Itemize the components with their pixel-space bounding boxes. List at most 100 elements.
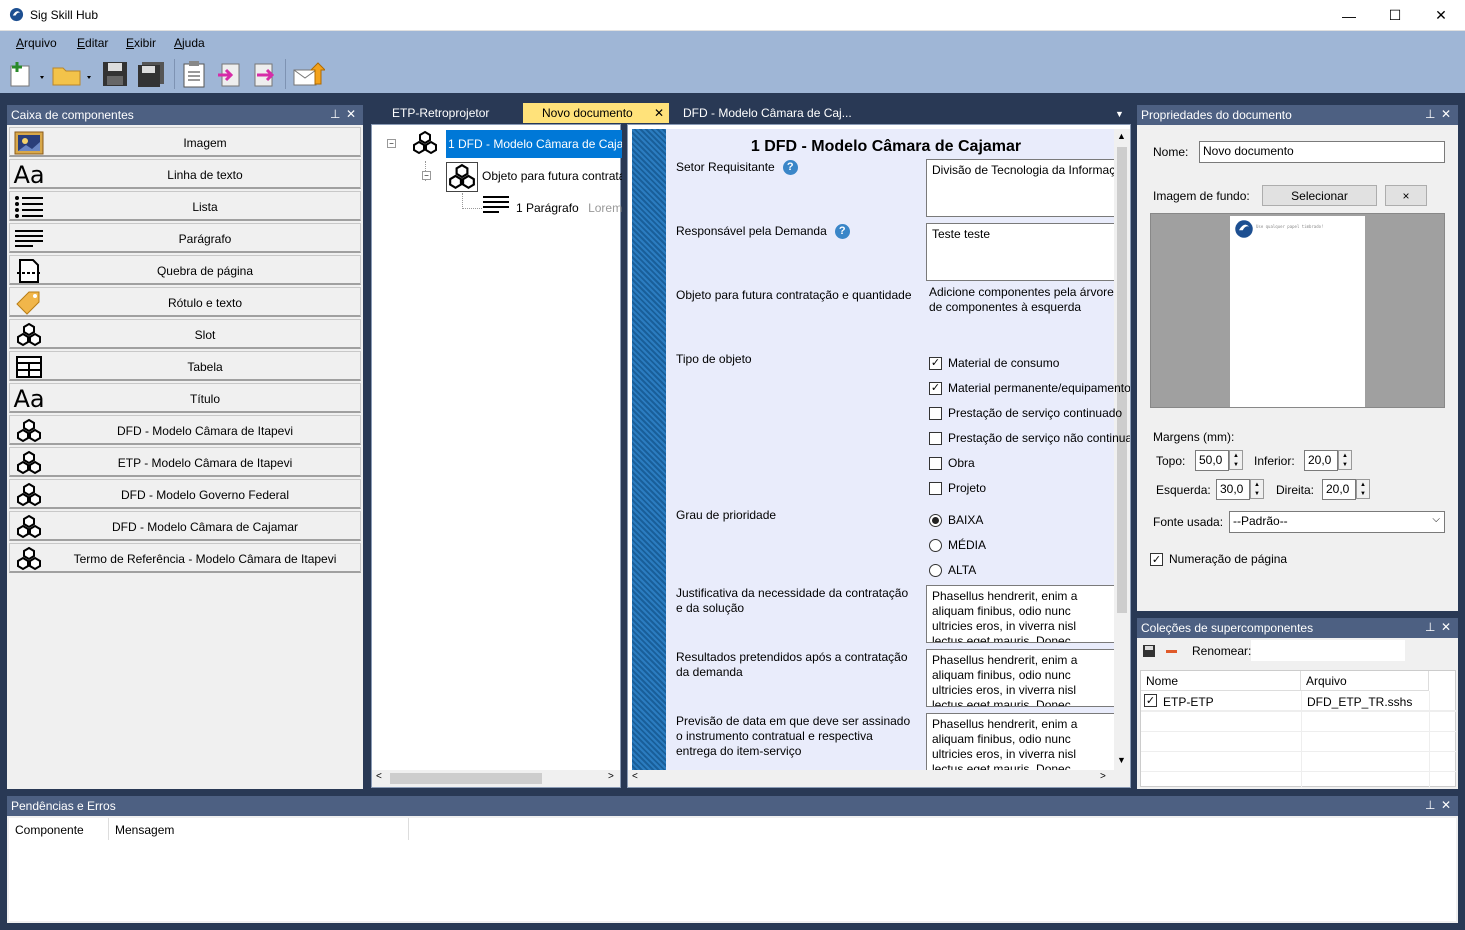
component-item[interactable]: Termo de Referência - Modelo Câmara de I… bbox=[9, 543, 361, 573]
save-as-button[interactable] bbox=[135, 58, 169, 90]
pin-icon[interactable]: ⊥ bbox=[1425, 107, 1435, 121]
inferior-input[interactable]: 20,0 bbox=[1304, 450, 1338, 471]
spin-down-icon[interactable]: ▼ bbox=[1360, 491, 1366, 497]
esquerda-spinner[interactable]: ▲ ▼ bbox=[1250, 479, 1264, 499]
scroll-up-icon[interactable]: ▲ bbox=[1117, 131, 1126, 141]
new-document-button[interactable] bbox=[6, 58, 48, 90]
help-icon[interactable]: ? bbox=[834, 224, 850, 240]
tipo-checkbox[interactable]: Prestação de serviço continuado bbox=[929, 406, 1122, 420]
setor-field[interactable]: Divisão de Tecnologia da Informação bbox=[926, 159, 1116, 217]
form-vscrollbar[interactable]: ▲ ▼ bbox=[1114, 129, 1130, 770]
topo-spinner[interactable]: ▲ ▼ bbox=[1229, 450, 1243, 470]
rename-input[interactable] bbox=[1251, 640, 1405, 661]
tree-node-objeto[interactable]: Objeto para futura contratação bbox=[482, 169, 622, 183]
grau-radio[interactable]: MÉDIA bbox=[929, 538, 986, 552]
spin-down-icon[interactable]: ▼ bbox=[1233, 462, 1239, 468]
collapse-icon[interactable]: − bbox=[387, 139, 396, 148]
component-item[interactable]: ETP - Modelo Câmara de Itapevi bbox=[9, 447, 361, 477]
grau-radio[interactable]: BAIXA bbox=[929, 513, 983, 527]
col-header-file[interactable]: Arquivo bbox=[1301, 671, 1429, 691]
tipo-checkbox[interactable]: Projeto bbox=[929, 481, 986, 495]
spin-up-icon[interactable]: ▲ bbox=[1233, 453, 1239, 459]
pin-icon[interactable]: ⊥ bbox=[1425, 620, 1435, 634]
direita-spinner[interactable]: ▲ ▼ bbox=[1356, 479, 1370, 499]
component-item[interactable]: Quebra de página bbox=[9, 255, 361, 285]
esquerda-input[interactable]: 30,0 bbox=[1216, 479, 1250, 500]
checkbox-checked-icon[interactable]: ✓ bbox=[1144, 694, 1157, 707]
spin-down-icon[interactable]: ▼ bbox=[1254, 491, 1260, 497]
collapse-icon[interactable]: − bbox=[422, 171, 431, 180]
close-tab-icon[interactable]: ✕ bbox=[654, 106, 664, 120]
tree-hscrollbar[interactable]: < > bbox=[372, 770, 620, 787]
scroll-left-icon[interactable]: < bbox=[376, 771, 382, 782]
component-item[interactable]: Parágrafo bbox=[9, 223, 361, 253]
select-image-button[interactable]: Selecionar bbox=[1262, 185, 1377, 206]
import-button[interactable] bbox=[214, 58, 244, 90]
responsavel-field[interactable]: Teste teste bbox=[926, 223, 1116, 281]
scroll-left-icon[interactable]: < bbox=[632, 771, 638, 782]
tipo-checkbox[interactable]: Obra bbox=[929, 456, 975, 470]
component-item[interactable]: Aa Linha de texto bbox=[9, 159, 361, 189]
menu-arquivo[interactable]: Arquivo bbox=[16, 36, 57, 50]
close-panel-icon[interactable]: ✕ bbox=[1441, 620, 1451, 634]
close-window-button[interactable]: ✕ bbox=[1418, 0, 1464, 31]
tab-etp-retroprojetor[interactable]: ETP-Retroprojetor bbox=[382, 103, 522, 123]
topo-input[interactable]: 50,0 bbox=[1195, 450, 1229, 471]
maximize-button[interactable]: ☐ bbox=[1372, 0, 1418, 31]
component-item[interactable]: Aa Título bbox=[9, 383, 361, 413]
remove-collection-icon[interactable] bbox=[1166, 650, 1177, 653]
menu-editar[interactable]: Editar bbox=[77, 36, 108, 50]
scroll-thumb[interactable] bbox=[1117, 147, 1127, 613]
tab-list-dropdown-icon[interactable]: ▼ bbox=[1115, 109, 1127, 119]
scroll-thumb[interactable] bbox=[390, 773, 542, 784]
scroll-right-icon[interactable]: > bbox=[608, 771, 614, 782]
table-row[interactable]: ✓ ETP-ETP DFD_ETP_TR.sshs bbox=[1141, 691, 1457, 711]
menu-ajuda[interactable]: Ajuda bbox=[174, 36, 205, 50]
tab-dfd-cajamar[interactable]: DFD - Modelo Câmara de Caj... bbox=[673, 103, 873, 123]
component-item[interactable]: DFD - Modelo Câmara de Cajamar bbox=[9, 511, 361, 541]
inferior-spinner[interactable]: ▲ ▼ bbox=[1338, 450, 1352, 470]
col-header-name[interactable]: Nome bbox=[1141, 671, 1301, 691]
publish-button[interactable] bbox=[290, 58, 326, 90]
grau-radio[interactable]: ALTA bbox=[929, 563, 976, 577]
component-item[interactable]: DFD - Modelo Câmara de Itapevi bbox=[9, 415, 361, 445]
font-select[interactable]: --Padrão-- ⌵ bbox=[1229, 511, 1445, 533]
spin-down-icon[interactable]: ▼ bbox=[1342, 462, 1348, 468]
help-icon[interactable]: ? bbox=[782, 160, 798, 176]
clipboard-button[interactable] bbox=[179, 58, 209, 90]
close-panel-icon[interactable]: ✕ bbox=[346, 107, 356, 121]
tree-node-paragrafo[interactable]: 1 Parágrafo Lorem bbox=[516, 201, 622, 215]
close-panel-icon[interactable]: ✕ bbox=[1441, 107, 1451, 121]
resultados-field[interactable]: Phasellus hendrerit, enim a aliquam fini… bbox=[926, 649, 1116, 707]
justificativa-field[interactable]: Phasellus hendrerit, enim a aliquam fini… bbox=[926, 585, 1116, 643]
spin-up-icon[interactable]: ▲ bbox=[1360, 482, 1366, 488]
pin-icon[interactable]: ⊥ bbox=[330, 107, 340, 121]
export-button[interactable] bbox=[249, 58, 279, 90]
tipo-checkbox[interactable]: ✓ Material permanente/equipamento bbox=[929, 381, 1130, 395]
component-item[interactable]: Slot bbox=[9, 319, 361, 349]
component-item[interactable]: Rótulo e texto bbox=[9, 287, 361, 317]
pin-icon[interactable]: ⊥ bbox=[1425, 798, 1435, 812]
scroll-right-icon[interactable]: > bbox=[1100, 771, 1106, 782]
component-item[interactable]: Imagem bbox=[9, 127, 361, 157]
direita-input[interactable]: 20,0 bbox=[1322, 479, 1356, 500]
numbering-checkbox[interactable]: ✓ Numeração de página bbox=[1150, 552, 1287, 566]
name-input[interactable]: Novo documento bbox=[1199, 141, 1445, 163]
component-item[interactable]: Tabela bbox=[9, 351, 361, 381]
tipo-checkbox[interactable]: Prestação de serviço não continuado bbox=[929, 431, 1130, 445]
col-header-component[interactable]: Componente bbox=[9, 818, 109, 840]
clear-image-button[interactable]: × bbox=[1385, 185, 1427, 206]
save-button[interactable] bbox=[99, 58, 131, 90]
col-header-message[interactable]: Mensagem bbox=[109, 818, 409, 840]
component-item[interactable]: DFD - Modelo Governo Federal bbox=[9, 479, 361, 509]
minimize-button[interactable]: — bbox=[1326, 0, 1372, 31]
open-button[interactable] bbox=[50, 58, 96, 90]
spin-up-icon[interactable]: ▲ bbox=[1254, 482, 1260, 488]
form-hscrollbar[interactable]: < > bbox=[628, 770, 1130, 787]
tipo-checkbox[interactable]: ✓ Material de consumo bbox=[929, 356, 1059, 370]
scroll-down-icon[interactable]: ▼ bbox=[1117, 755, 1126, 765]
spin-up-icon[interactable]: ▲ bbox=[1342, 453, 1348, 459]
component-item[interactable]: Lista bbox=[9, 191, 361, 221]
menu-exibir[interactable]: Exibir bbox=[126, 36, 156, 50]
close-panel-icon[interactable]: ✕ bbox=[1441, 798, 1451, 812]
